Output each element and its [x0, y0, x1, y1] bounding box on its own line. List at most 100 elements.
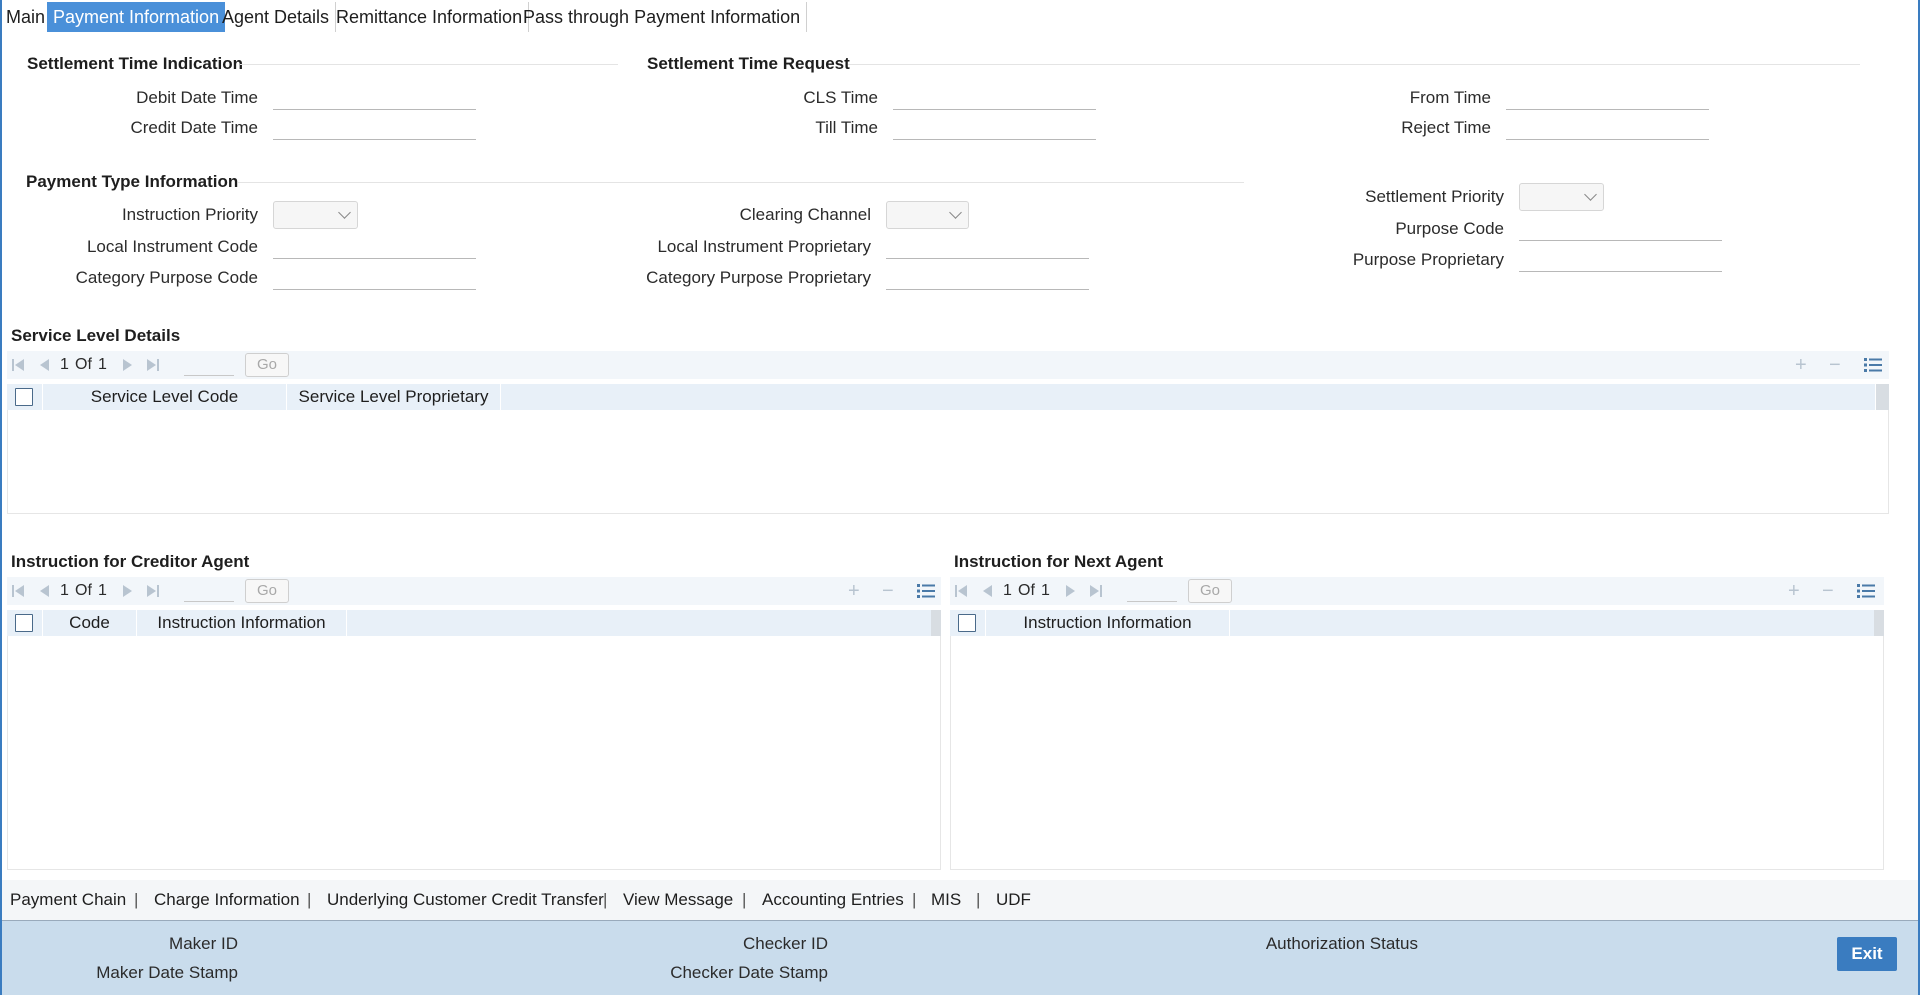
- instruction-priority-select[interactable]: [273, 201, 358, 229]
- credit-date-time-field[interactable]: [273, 116, 476, 140]
- checker-date-stamp-label: Checker Date Stamp: [670, 963, 828, 982]
- previous-page-icon[interactable]: [37, 584, 51, 598]
- section-divider: [238, 182, 1244, 183]
- delete-row-icon[interactable]: −: [882, 581, 894, 601]
- tab-remittance-information[interactable]: Remittance Information: [330, 2, 530, 32]
- scrollbar[interactable]: [931, 610, 941, 636]
- link-charge-information[interactable]: Charge Information: [154, 890, 300, 910]
- section-title-payment-type-information: Payment Type Information: [26, 172, 239, 191]
- previous-page-icon[interactable]: [980, 584, 994, 598]
- add-row-icon[interactable]: +: [848, 581, 860, 601]
- chevron-down-icon: [1584, 188, 1597, 201]
- reject-time-field[interactable]: [1506, 116, 1709, 140]
- local-instrument-code-label: Local Instrument Code: [86, 237, 258, 256]
- purpose-proprietary-field[interactable]: [1519, 248, 1722, 272]
- debit-date-time-field[interactable]: [273, 86, 476, 110]
- page-of: Of: [75, 356, 92, 373]
- tab-agent-details[interactable]: Agent Details: [216, 2, 337, 32]
- header-checkbox-cell: [7, 384, 43, 410]
- next-agent-grid-header: Instruction Information: [950, 610, 1874, 636]
- last-page-icon[interactable]: [146, 358, 160, 372]
- next-page-icon[interactable]: [121, 358, 135, 372]
- page-number-input[interactable]: [184, 578, 234, 602]
- first-page-icon[interactable]: [11, 584, 25, 598]
- chevron-down-icon: [949, 206, 962, 219]
- last-page-icon[interactable]: [1089, 584, 1103, 598]
- section-divider: [848, 64, 1860, 65]
- section-title-instruction-for-next-agent: Instruction for Next Agent: [954, 552, 1164, 571]
- link-separator: |: [134, 890, 139, 909]
- column-header-service-level-proprietary[interactable]: Service Level Proprietary: [287, 384, 501, 410]
- local-instrument-proprietary-field[interactable]: [886, 235, 1089, 259]
- page-number-input[interactable]: [1127, 578, 1177, 602]
- go-button[interactable]: Go: [245, 579, 289, 603]
- maker-id-label: Maker ID: [169, 934, 238, 953]
- till-time-field[interactable]: [893, 116, 1096, 140]
- go-button[interactable]: Go: [1188, 579, 1232, 603]
- link-accounting-entries[interactable]: Accounting Entries: [762, 890, 904, 910]
- last-page-icon[interactable]: [146, 584, 160, 598]
- debit-date-time-label: Debit Date Time: [136, 88, 258, 107]
- page-total: 1: [98, 582, 107, 599]
- service-level-pager: 1 Of 1 Go + −: [7, 351, 1889, 379]
- section-title-settlement-time-indication: Settlement Time Indication: [27, 54, 244, 73]
- delete-row-icon[interactable]: −: [1829, 355, 1841, 375]
- list-view-icon[interactable]: [917, 583, 935, 599]
- link-separator: |: [603, 890, 608, 909]
- select-all-checkbox[interactable]: [15, 614, 33, 632]
- audit-footer: Maker ID Maker Date Stamp Checker ID Che…: [0, 920, 1920, 995]
- section-title-service-level-details: Service Level Details: [11, 326, 181, 345]
- cls-time-field[interactable]: [893, 86, 1096, 110]
- exit-button[interactable]: Exit: [1837, 937, 1897, 971]
- tab-pass-through-payment-information[interactable]: Pass through Payment Information: [517, 2, 808, 32]
- section-title-settlement-time-request: Settlement Time Request: [647, 54, 850, 73]
- previous-page-icon[interactable]: [37, 358, 51, 372]
- add-row-icon[interactable]: +: [1788, 581, 1800, 601]
- scrollbar[interactable]: [1874, 610, 1884, 636]
- cls-time-label: CLS Time: [803, 88, 878, 107]
- from-time-field[interactable]: [1506, 86, 1709, 110]
- chevron-down-icon: [338, 206, 351, 219]
- clearing-channel-select[interactable]: [886, 201, 969, 229]
- next-page-icon[interactable]: [121, 584, 135, 598]
- column-header-instruction-information[interactable]: Instruction Information: [137, 610, 347, 636]
- column-header-code[interactable]: Code: [43, 610, 137, 636]
- link-view-message[interactable]: View Message: [623, 890, 733, 910]
- scrollbar[interactable]: [1876, 384, 1889, 410]
- tab-payment-information[interactable]: Payment Information: [47, 2, 226, 32]
- purpose-code-label: Purpose Code: [1395, 219, 1504, 238]
- next-agent-grid-body: [950, 636, 1884, 870]
- service-level-grid-body: [7, 410, 1889, 514]
- first-page-icon[interactable]: [11, 358, 25, 372]
- settlement-priority-label: Settlement Priority: [1365, 187, 1504, 206]
- select-all-checkbox[interactable]: [958, 614, 976, 632]
- list-view-icon[interactable]: [1864, 357, 1882, 373]
- first-page-icon[interactable]: [954, 584, 968, 598]
- header-checkbox-cell: [7, 610, 43, 636]
- list-view-icon[interactable]: [1857, 583, 1875, 599]
- page-number-input[interactable]: [184, 352, 234, 376]
- settlement-priority-select[interactable]: [1519, 183, 1604, 211]
- link-mis[interactable]: MIS: [931, 890, 961, 910]
- column-header-instruction-information[interactable]: Instruction Information: [986, 610, 1230, 636]
- creditor-agent-grid-body: [7, 636, 941, 870]
- select-all-checkbox[interactable]: [15, 388, 33, 406]
- link-udf[interactable]: UDF: [996, 890, 1031, 910]
- category-purpose-code-field[interactable]: [273, 266, 476, 290]
- link-underlying-customer-credit-transfer[interactable]: Underlying Customer Credit Transfer: [327, 890, 604, 910]
- local-instrument-code-field[interactable]: [273, 235, 476, 259]
- credit-date-time-label: Credit Date Time: [130, 118, 258, 137]
- next-page-icon[interactable]: [1064, 584, 1078, 598]
- checker-id-label: Checker ID: [742, 934, 828, 953]
- delete-row-icon[interactable]: −: [1822, 581, 1834, 601]
- add-row-icon[interactable]: +: [1795, 355, 1807, 375]
- tab-main[interactable]: Main: [0, 2, 53, 32]
- purpose-proprietary-label: Purpose Proprietary: [1352, 250, 1504, 269]
- category-purpose-proprietary-field[interactable]: [886, 266, 1089, 290]
- page-current: 1: [1003, 582, 1012, 599]
- purpose-code-field[interactable]: [1519, 217, 1722, 241]
- column-header-service-level-code[interactable]: Service Level Code: [43, 384, 287, 410]
- link-payment-chain[interactable]: Payment Chain: [10, 890, 126, 910]
- category-purpose-proprietary-label: Category Purpose Proprietary: [646, 268, 871, 287]
- go-button[interactable]: Go: [245, 353, 289, 377]
